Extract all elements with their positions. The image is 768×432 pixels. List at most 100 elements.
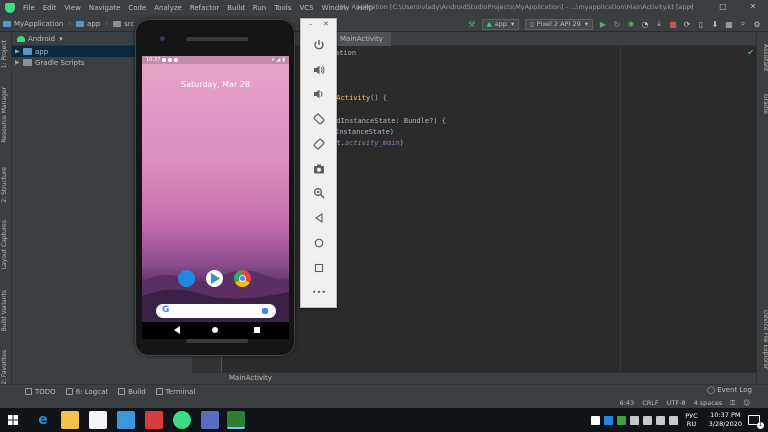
avd-manager-icon[interactable]: ▯ xyxy=(694,17,708,31)
device-select[interactable]: ▯ Pixel 2 API 29 ▾ xyxy=(525,18,593,30)
menu-edit[interactable]: Edit xyxy=(39,4,61,12)
input-language[interactable]: РУС RU xyxy=(685,412,697,428)
emulator-taskbar-icon[interactable] xyxy=(227,411,245,429)
editor-breadcrumb-label[interactable]: MainActivity xyxy=(229,374,272,382)
tray-app-icon[interactable] xyxy=(617,415,627,425)
zoom-icon[interactable] xyxy=(311,185,327,201)
menu-code[interactable]: Code xyxy=(124,4,150,12)
emulator-minimize-button[interactable]: – xyxy=(309,20,313,28)
stop-icon[interactable]: ■ xyxy=(666,17,680,31)
screenshot-icon[interactable] xyxy=(311,161,327,177)
menu-build[interactable]: Build xyxy=(223,4,249,12)
menu-file[interactable]: File xyxy=(19,4,39,12)
file-encoding[interactable]: UTF-8 xyxy=(663,399,690,408)
volume-up-icon[interactable] xyxy=(311,62,327,78)
volume-icon[interactable] xyxy=(669,415,679,425)
profile-icon[interactable]: ◔ xyxy=(638,17,652,31)
breadcrumb-src[interactable]: src xyxy=(110,20,137,28)
debug-icon[interactable]: ✱ xyxy=(624,17,638,31)
breadcrumb-project[interactable]: MyApplication xyxy=(0,20,66,28)
inspection-icon[interactable]: ☺ xyxy=(739,399,754,408)
nav-back-icon[interactable] xyxy=(174,326,180,334)
event-log-button[interactable]: ◯ Event Log xyxy=(707,386,752,394)
maximize-button[interactable]: □ xyxy=(708,2,738,11)
sync-gradle-icon[interactable]: ⟳ xyxy=(680,17,694,31)
indent-setting[interactable]: 4 spaces xyxy=(690,399,727,408)
rotate-right-icon[interactable] xyxy=(311,136,327,152)
tab-resource-manager[interactable]: Resource Manager xyxy=(1,87,11,143)
tab-layout-captures[interactable]: Layout Captures xyxy=(1,220,11,269)
run-icon[interactable]: ▶ xyxy=(596,17,610,31)
layout-inspector-icon[interactable]: ▦ xyxy=(722,17,736,31)
assistant-mic-icon[interactable] xyxy=(262,308,268,314)
edge-browser-icon[interactable]: e xyxy=(34,411,52,429)
nav-home-icon[interactable] xyxy=(212,327,218,333)
hammer-icon[interactable]: ⚒ xyxy=(465,17,479,31)
file-explorer-icon[interactable] xyxy=(61,411,79,429)
menu-refactor[interactable]: Refactor xyxy=(186,4,223,12)
run-config-select[interactable]: ▲ app ▾ xyxy=(481,18,520,30)
caret-position[interactable]: 6:43 xyxy=(616,399,639,408)
clock[interactable]: 10:37 PM 3/28/2020 xyxy=(709,411,742,429)
project-folder-icon xyxy=(3,20,11,27)
back-icon[interactable] xyxy=(311,210,327,226)
settings-icon[interactable]: ⚙ xyxy=(750,17,764,31)
notification-center-icon[interactable]: 1 xyxy=(748,415,764,429)
more-icon[interactable]: ••• xyxy=(311,284,327,300)
tab-structure[interactable]: 2: Structure xyxy=(1,167,11,203)
tab-build[interactable]: Build xyxy=(113,388,151,396)
google-search-bar[interactable]: G xyxy=(156,304,276,318)
overview-icon[interactable] xyxy=(311,260,327,276)
tray-app-icon[interactable] xyxy=(630,415,640,425)
tab-main-activity[interactable]: MainActivity xyxy=(332,32,391,46)
tray-app-icon[interactable] xyxy=(643,415,653,425)
tab-build-variants[interactable]: Build Variants xyxy=(1,290,11,331)
tab-gradle[interactable]: Gradle xyxy=(759,94,768,114)
tab-todo[interactable]: TODO xyxy=(20,388,61,396)
store-icon[interactable] xyxy=(89,411,107,429)
windows-start-icon[interactable] xyxy=(4,411,22,429)
menu-view[interactable]: View xyxy=(60,4,85,12)
status-right: ▾ ◢ ▮ xyxy=(272,57,285,63)
home-date[interactable]: Saturday, Mar 28 xyxy=(142,80,289,89)
mail-icon[interactable] xyxy=(117,411,135,429)
expand-arrow-icon[interactable]: ▶ xyxy=(15,48,23,55)
menu-analyze[interactable]: Analyze xyxy=(150,4,186,12)
nav-recents-icon[interactable] xyxy=(254,327,260,333)
attach-debugger-icon[interactable]: ⤓ xyxy=(652,17,666,31)
home-icon[interactable] xyxy=(311,235,327,251)
device-screen[interactable]: 10:37 ▾ ◢ ▮ Saturday, Mar 28 G xyxy=(142,56,289,322)
messages-app-icon[interactable] xyxy=(178,270,195,287)
menu-tools[interactable]: Tools xyxy=(270,4,295,12)
menu-vcs[interactable]: VCS xyxy=(295,4,317,12)
tab-logcat[interactable]: 6: Logcat xyxy=(61,388,113,396)
phone-link-icon[interactable] xyxy=(591,415,601,425)
tab-device-file-explorer[interactable]: Device File Explorer xyxy=(759,310,768,369)
expand-arrow-icon[interactable]: ▶ xyxy=(15,59,23,66)
line-separator[interactable]: CRLF xyxy=(638,399,662,408)
menu-run[interactable]: Run xyxy=(249,4,270,12)
tab-terminal[interactable]: Terminal xyxy=(151,388,201,396)
menu-navigate[interactable]: Navigate xyxy=(85,4,124,12)
breadcrumb-app[interactable]: app xyxy=(73,20,103,28)
power-icon[interactable] xyxy=(311,37,327,53)
emulator-close-button[interactable]: ✕ xyxy=(323,20,329,28)
android-studio-taskbar-icon[interactable] xyxy=(173,411,191,429)
rotate-left-icon[interactable] xyxy=(311,111,327,127)
chrome-app-icon[interactable] xyxy=(234,270,251,287)
network-icon[interactable] xyxy=(656,415,666,425)
tab-favorites[interactable]: 2: Favorites xyxy=(1,350,11,385)
minimize-button[interactable]: – xyxy=(676,2,706,11)
app-window-icon[interactable] xyxy=(201,411,219,429)
tab-project[interactable]: 1: Project xyxy=(1,40,11,68)
apply-changes-icon[interactable]: ↻ xyxy=(610,17,624,31)
close-button[interactable]: ✕ xyxy=(738,2,768,11)
sdk-manager-icon[interactable]: ⬇ xyxy=(708,17,722,31)
play-store-app-icon[interactable] xyxy=(206,270,223,287)
volume-down-icon[interactable] xyxy=(311,86,327,102)
vivaldi-icon[interactable] xyxy=(145,411,163,429)
search-icon[interactable]: ⌕ xyxy=(736,17,750,31)
tab-assistant[interactable]: Assistant xyxy=(759,44,768,71)
lock-icon[interactable]: ⚿ xyxy=(726,399,739,408)
bluetooth-icon[interactable] xyxy=(604,415,614,425)
